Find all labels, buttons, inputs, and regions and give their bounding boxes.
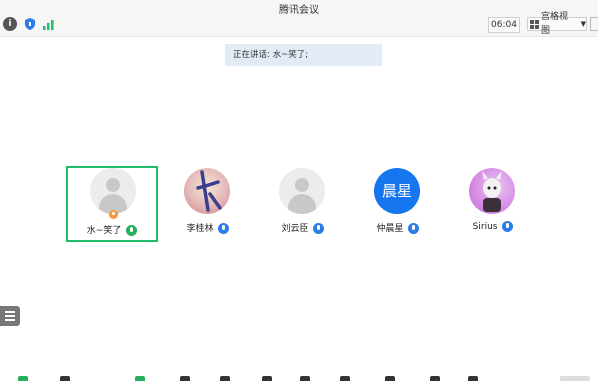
avatar — [469, 168, 515, 214]
view-mode-button[interactable]: 宫格视图 ▼ — [527, 12, 587, 36]
participant-tile[interactable]: 水~笑了 — [66, 166, 158, 242]
microphone-icon[interactable] — [126, 225, 138, 236]
toolbar-icon[interactable] — [220, 376, 230, 381]
info-icon[interactable]: i — [3, 17, 17, 31]
toolbar-icon[interactable] — [135, 376, 145, 381]
participant-tile[interactable]: 刘云臣 — [257, 166, 349, 242]
speaking-indicator: 正在讲话: 水~笑了; — [225, 44, 382, 66]
toolbar-icon[interactable] — [180, 376, 190, 381]
participant-name: Sirius — [472, 222, 498, 232]
bottom-toolbar — [0, 373, 598, 381]
participant-name: 李桂林 — [186, 224, 214, 234]
participant-name: 刘云臣 — [281, 224, 309, 234]
microphone-icon[interactable] — [502, 221, 514, 232]
avatar: 晨星 — [374, 168, 420, 214]
toolbar-icon[interactable] — [430, 376, 440, 381]
microphone-icon[interactable] — [218, 223, 230, 234]
toolbar-icon[interactable] — [300, 376, 310, 381]
toolbar-icon[interactable] — [262, 376, 272, 381]
network-signal-icon[interactable] — [42, 17, 56, 31]
toolbar-icon[interactable] — [60, 376, 70, 381]
meeting-timer: 06:04 — [488, 17, 520, 33]
toolbar-icon[interactable] — [560, 376, 590, 381]
grid-view-icon — [530, 19, 539, 29]
participant-tile[interactable]: 晨星 仲晨星 — [352, 166, 444, 242]
fullscreen-icon[interactable] — [590, 17, 598, 31]
participant-name: 仲晨星 — [376, 224, 404, 234]
avatar — [184, 168, 230, 214]
character-icon — [482, 171, 502, 212]
view-mode-label: 宫格视图 — [541, 12, 569, 36]
shield-icon[interactable] — [23, 17, 37, 31]
title-bar: 腾讯会议 i 06:04 宫格视图 ▼ — [0, 0, 598, 37]
toolbar-icon[interactable] — [468, 376, 478, 381]
chevron-down-icon: ▼ — [580, 20, 586, 28]
participant-tile[interactable]: 李桂林 — [162, 166, 254, 242]
participant-name: 水~笑了 — [86, 226, 122, 236]
microphone-icon[interactable] — [408, 223, 420, 234]
toolbar-icon[interactable] — [18, 376, 28, 381]
participant-tile[interactable]: Sirius — [447, 166, 539, 242]
microphone-icon[interactable] — [313, 223, 325, 234]
toolbar-icon[interactable] — [340, 376, 350, 381]
window-title: 腾讯会议 — [279, 5, 319, 16]
avatar — [279, 168, 325, 214]
toolbar-icon[interactable] — [385, 376, 395, 381]
participant-list-button[interactable] — [0, 306, 20, 326]
calligraphy-icon — [196, 170, 222, 212]
avatar — [90, 168, 136, 214]
host-icon — [109, 210, 118, 219]
